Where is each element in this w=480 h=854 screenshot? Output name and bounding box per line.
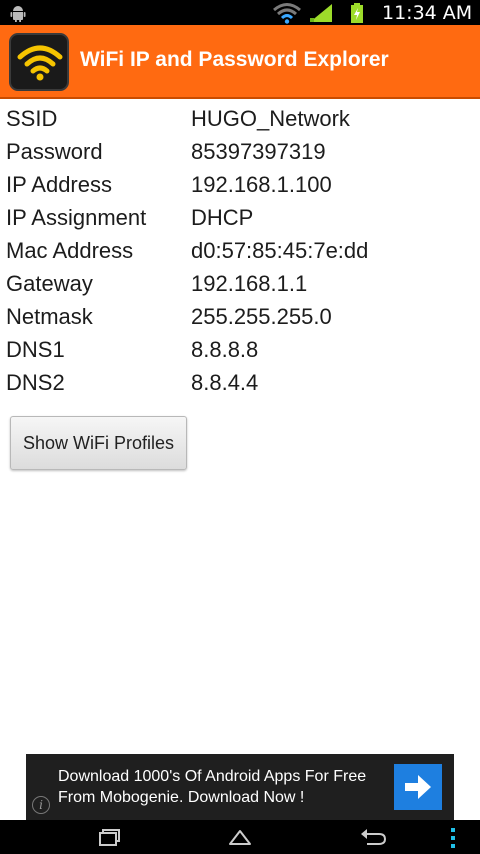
info-row-password: Password 85397397319 <box>6 139 476 172</box>
menu-icon[interactable] <box>448 826 458 850</box>
status-clock: 11:34 AM <box>382 2 473 24</box>
info-row-ip-address: IP Address 192.168.1.100 <box>6 172 476 205</box>
info-value: DHCP <box>191 205 254 230</box>
navigation-bar <box>0 820 480 854</box>
info-value: 85397397319 <box>191 139 326 164</box>
info-row-dns2: DNS2 8.8.4.4 <box>6 370 476 403</box>
show-wifi-profiles-button[interactable]: Show WiFi Profiles <box>10 416 187 470</box>
info-value: d0:57:85:45:7e:dd <box>191 238 369 263</box>
ad-text-line-2: From Mobogenie. Download Now ! <box>58 789 305 806</box>
signal-icon <box>310 4 332 22</box>
ad-info-icon[interactable]: i <box>32 796 50 814</box>
info-row-mac-address: Mac Address d0:57:85:45:7e:dd <box>6 238 476 271</box>
ad-banner[interactable]: Download 1000's Of Android Apps For Free… <box>26 754 454 820</box>
wifi-info-table: SSID HUGO_Network Password 85397397319 I… <box>6 106 476 403</box>
info-row-ssid: SSID HUGO_Network <box>6 106 476 139</box>
info-value: 8.8.4.4 <box>191 370 259 395</box>
status-bar: 11:34 AM <box>0 0 480 25</box>
info-label: Gateway <box>6 271 93 296</box>
android-icon <box>10 6 26 22</box>
recent-apps-icon[interactable] <box>90 825 126 849</box>
app-title: WiFi IP and Password Explorer <box>80 48 389 71</box>
home-icon[interactable] <box>222 825 258 849</box>
info-row-ip-assignment: IP Assignment DHCP <box>6 205 476 238</box>
info-label: Mac Address <box>6 238 134 263</box>
arrow-right-icon <box>405 775 431 799</box>
back-icon[interactable] <box>355 825 391 849</box>
info-label: SSID <box>6 106 58 131</box>
ad-text-line-1: Download 1000's Of Android Apps For Free <box>58 768 367 785</box>
info-row-dns1: DNS1 8.8.8.8 <box>6 337 476 370</box>
info-value: 192.168.1.100 <box>191 172 332 197</box>
ad-arrow-button[interactable] <box>394 764 442 810</box>
wifi-logo-icon <box>17 45 63 81</box>
info-label: IP Address <box>6 172 112 197</box>
info-value: 192.168.1.1 <box>191 271 308 296</box>
info-value: HUGO_Network <box>191 106 350 131</box>
app-logo-wifi-icon <box>9 33 69 91</box>
info-label: Password <box>6 139 103 164</box>
info-value: 255.255.255.0 <box>191 304 332 329</box>
info-label: DNS2 <box>6 370 65 395</box>
info-label: Netmask <box>6 304 93 329</box>
ad-text[interactable]: Download 1000's Of Android Apps For Free… <box>58 766 398 808</box>
info-label: DNS1 <box>6 337 65 362</box>
info-label: IP Assignment <box>6 205 147 230</box>
info-value: 8.8.8.8 <box>191 337 259 362</box>
info-row-netmask: Netmask 255.255.255.0 <box>6 304 476 337</box>
battery-icon <box>351 3 363 23</box>
app-title-bar: WiFi IP and Password Explorer <box>0 25 480 99</box>
wifi-icon <box>273 3 301 24</box>
info-row-gateway: Gateway 192.168.1.1 <box>6 271 476 304</box>
